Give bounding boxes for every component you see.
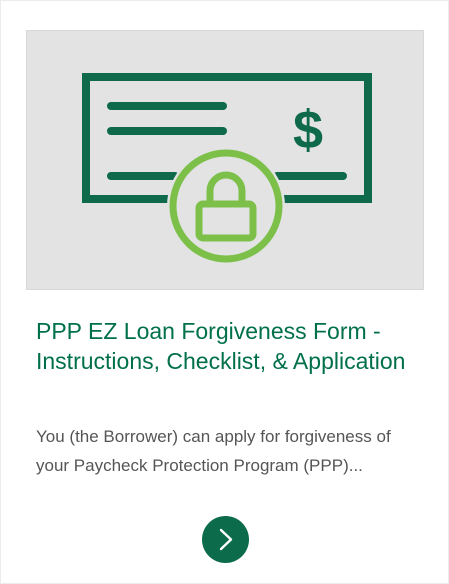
dollar-sign-icon: $	[293, 100, 323, 160]
article-excerpt: You (the Borrower) can apply for forgive…	[36, 427, 391, 475]
article-card: $ PPP EZ Loan Forgiveness Form - Instruc…	[0, 0, 449, 584]
article-title-link[interactable]: PPP EZ Loan Forgiveness Form - Instructi…	[36, 317, 431, 376]
check-illustration: $	[82, 73, 372, 265]
chevron-right-icon	[219, 528, 233, 551]
lock-icon	[167, 147, 285, 265]
read-more-button[interactable]	[202, 516, 249, 563]
article-thumbnail[interactable]: $	[26, 30, 424, 290]
